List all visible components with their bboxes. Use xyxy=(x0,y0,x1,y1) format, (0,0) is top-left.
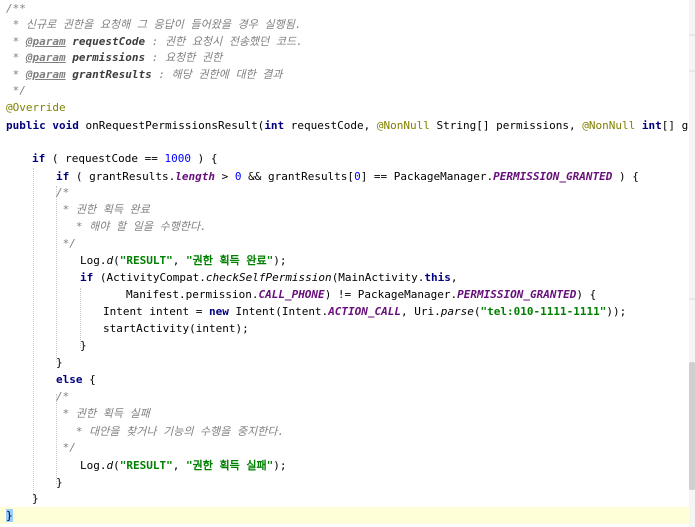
scrollbar-marker xyxy=(689,298,695,300)
code-line-12: /* xyxy=(56,186,70,199)
code-line-4: * @param permissions : 요청한 권한 xyxy=(6,51,223,64)
code-line-15: */ xyxy=(56,237,76,250)
code-line-21: } xyxy=(80,339,87,352)
scrollbar-thumb[interactable] xyxy=(689,362,695,490)
code-line-28: Log.d("RESULT", "권한 획득 실패"); xyxy=(80,459,287,472)
code-line-29: } xyxy=(56,476,63,489)
indent-guide xyxy=(33,168,34,498)
code-line-18: Manifest.permission.CALL_PHONE) != Packa… xyxy=(126,288,597,301)
code-line-22: } xyxy=(56,356,63,369)
code-line-5: * @param grantResults : 해당 권한에 대한 결과 xyxy=(6,68,283,81)
code-line-16: Log.d("RESULT", "권한 획득 완료"); xyxy=(80,254,287,267)
code-line-1: /** xyxy=(6,2,26,15)
code-line-24: /* xyxy=(56,390,70,403)
code-line-13: * 권한 획득 완료 xyxy=(56,203,150,216)
code-line-8: public void onRequestPermissionsResult(i… xyxy=(6,119,689,132)
code-line-17: if (ActivityCompat.checkSelfPermission(M… xyxy=(80,271,458,284)
matched-brace: } xyxy=(6,509,13,522)
code-line-27: */ xyxy=(56,441,76,454)
code-editor[interactable]: /** * 신규로 권한을 요청해 그 응답이 들어왔을 경우 실행됨. * @… xyxy=(0,0,689,527)
code-line-14: * 해야 할 일을 수행한다. xyxy=(56,220,207,233)
code-line-25: * 권한 획득 실패 xyxy=(56,407,150,420)
scrollbar-marker xyxy=(689,70,695,72)
code-line-26: * 대안을 찾거나 기능의 수행을 중지한다. xyxy=(56,425,285,438)
caret-line[interactable]: } xyxy=(0,507,689,524)
code-line-23: else { xyxy=(56,373,96,386)
code-line-11: if ( grantResults.length > 0 && grantRes… xyxy=(56,170,639,183)
code-line-20: startActivity(intent); xyxy=(103,322,249,335)
code-line-3: * @param requestCode : 권한 요청시 전송했던 코드. xyxy=(6,35,303,48)
scrollbar-marker xyxy=(689,34,695,36)
code-line-19: Intent intent = new Intent(Intent.ACTION… xyxy=(103,305,627,318)
code-line-10: if ( requestCode == 1000 ) { xyxy=(32,152,218,165)
code-line-7: @Override xyxy=(6,101,66,114)
code-line-30: } xyxy=(32,492,39,505)
code-line-6: */ xyxy=(6,84,26,97)
code-line-2: * 신규로 권한을 요청해 그 응답이 들어왔을 경우 실행됨. xyxy=(6,18,302,31)
vertical-scrollbar[interactable] xyxy=(689,0,695,527)
